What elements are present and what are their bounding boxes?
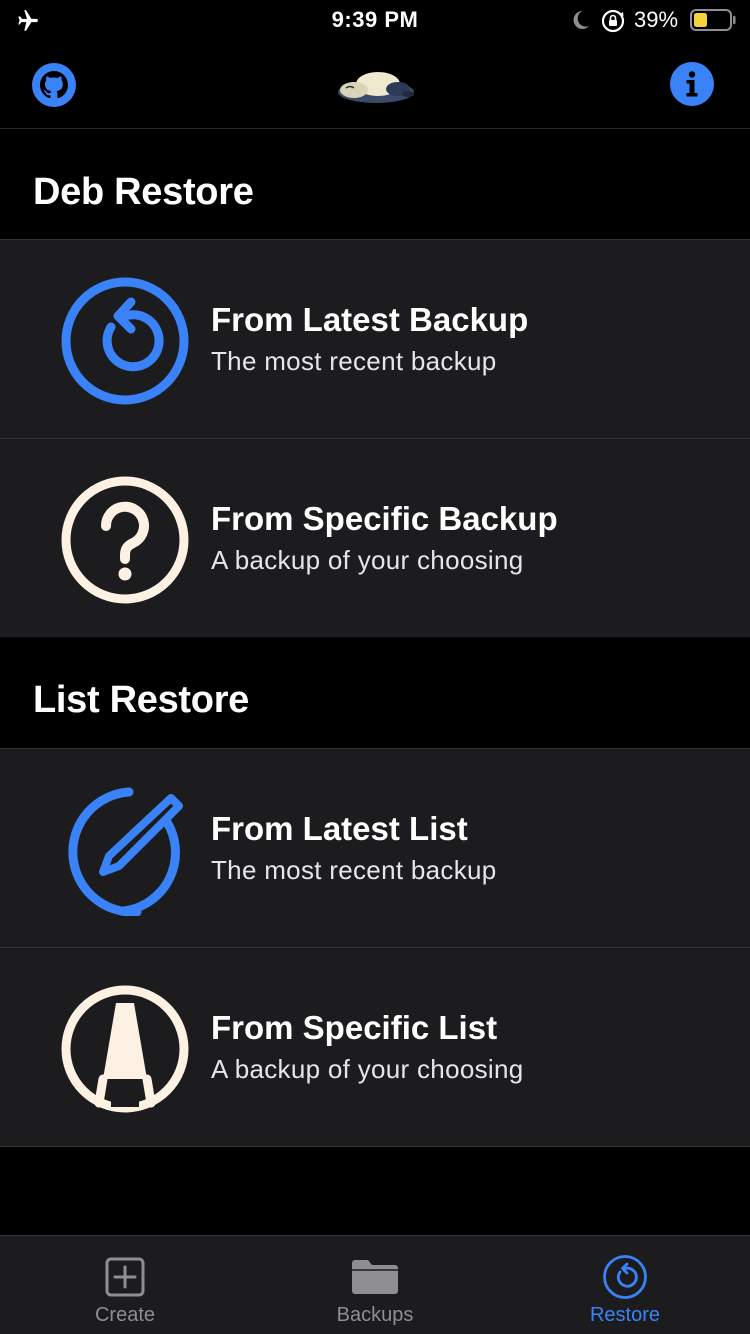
row-title: From Latest Backup	[211, 301, 529, 338]
section-header-list-restore: List Restore	[0, 638, 750, 748]
moon-icon	[573, 11, 590, 29]
orientation-lock-icon	[601, 9, 625, 33]
tab-restore[interactable]: Restore	[500, 1236, 750, 1334]
row-title: From Specific Backup	[211, 500, 558, 537]
question-icon	[61, 476, 189, 604]
section-title: Deb Restore	[33, 171, 254, 213]
info-icon[interactable]	[670, 62, 714, 106]
restore-icon	[61, 277, 189, 405]
battery-icon	[690, 9, 736, 31]
row-from-latest-list[interactable]: From Latest List The most recent backup	[0, 748, 750, 947]
tab-label: Backups	[336, 1304, 414, 1326]
row-subtitle: The most recent backup	[211, 346, 497, 376]
github-icon[interactable]	[31, 62, 77, 108]
row-from-latest-backup[interactable]: From Latest Backup The most recent backu…	[0, 239, 750, 438]
tab-bar: Create Backups Restore	[0, 1235, 750, 1334]
status-bar: 9:39 PM 39%	[0, 0, 750, 40]
section-header-deb-restore: Deb Restore	[0, 130, 750, 240]
tab-label: Restore	[589, 1304, 661, 1326]
row-title: From Specific List	[211, 1009, 498, 1046]
battery-percent: 39%	[634, 7, 679, 32]
row-subtitle: A backup of your choosing	[211, 1054, 524, 1084]
tab-backups[interactable]: Backups	[250, 1236, 500, 1334]
folder-icon	[352, 1260, 398, 1294]
section-title: List Restore	[33, 679, 250, 721]
row-subtitle: A backup of your choosing	[211, 545, 524, 575]
pen-nib-icon	[61, 985, 189, 1113]
row-title: From Latest List	[211, 810, 468, 847]
mascot-logo	[338, 72, 414, 103]
pencil-circle-icon	[68, 787, 183, 916]
row-subtitle: The most recent backup	[211, 855, 497, 885]
tab-label: Create	[94, 1304, 156, 1326]
tab-create[interactable]: Create	[0, 1236, 250, 1334]
plus-square-icon	[105, 1257, 145, 1297]
row-from-specific-list[interactable]: From Specific List A backup of your choo…	[0, 947, 750, 1146]
nav-bar	[0, 40, 750, 129]
row-from-specific-backup[interactable]: From Specific Backup A backup of your ch…	[0, 438, 750, 637]
list-divider	[0, 1146, 750, 1147]
restore-icon	[603, 1255, 647, 1299]
